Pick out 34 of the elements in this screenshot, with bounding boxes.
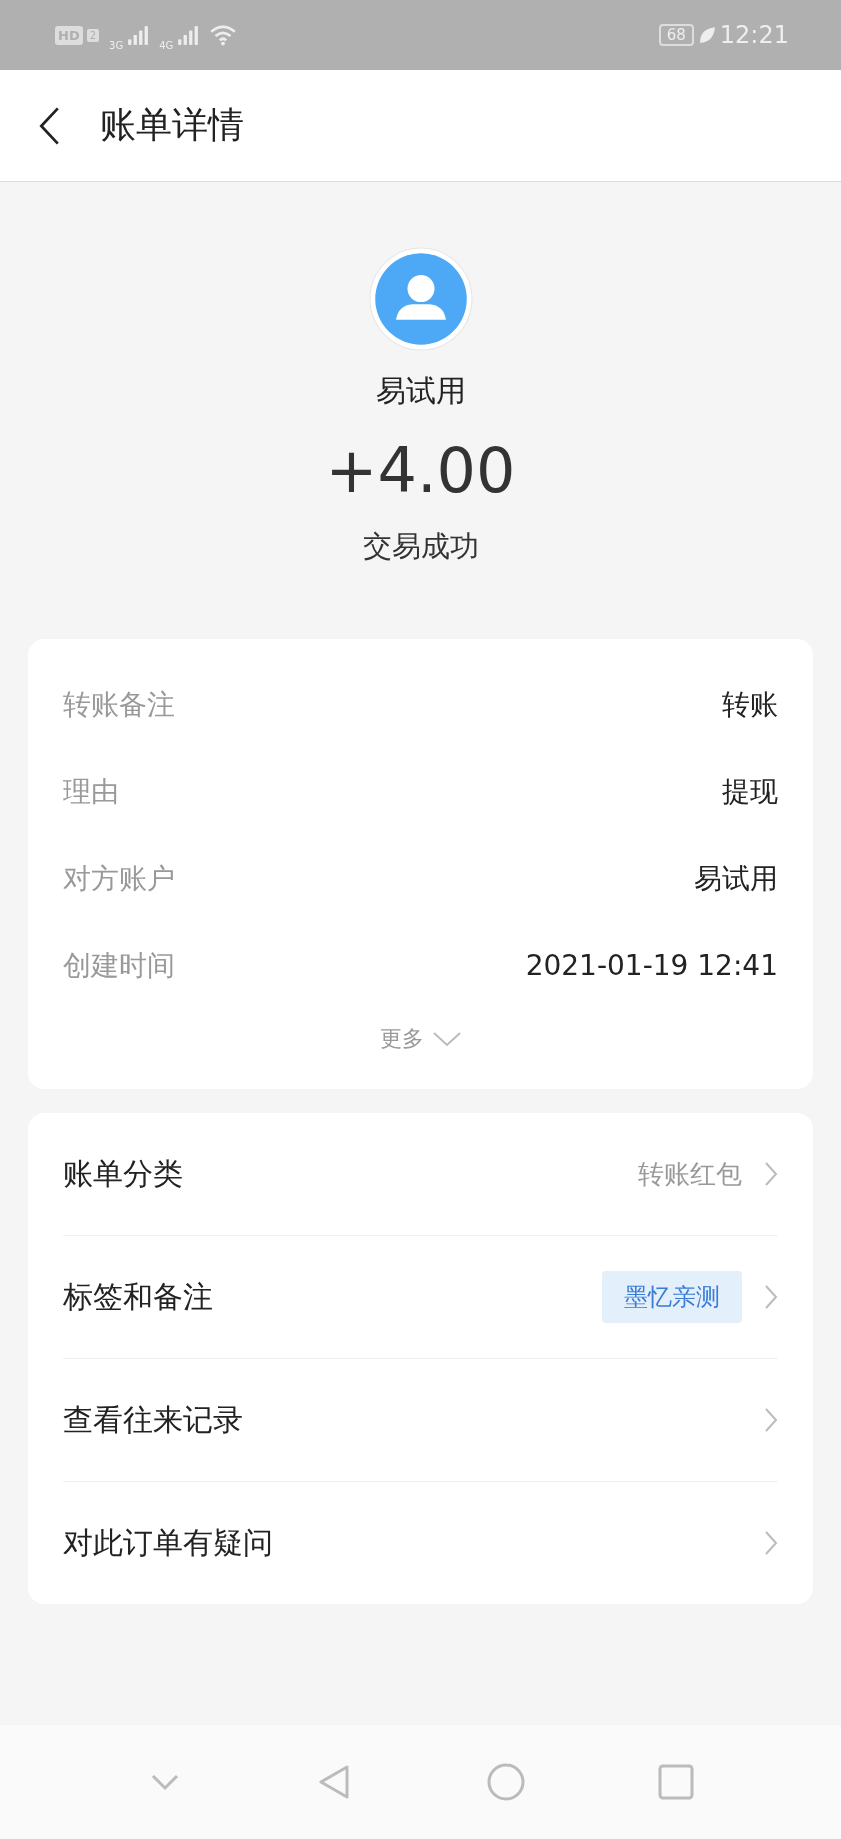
tag-chip[interactable]: 墨忆亲测: [602, 1271, 742, 1323]
avatar-icon: [368, 247, 473, 351]
amount-text: +4.00: [325, 434, 516, 507]
chevron-right-icon[interactable]: [764, 1530, 778, 1556]
detail-value: 2021-01-19 12:41: [525, 949, 778, 982]
detail-label: 理由: [63, 773, 119, 810]
detail-value: 转账: [722, 686, 778, 723]
battery-icon: 68: [658, 24, 694, 46]
chevron-right-icon[interactable]: [764, 1407, 778, 1433]
back-icon[interactable]: [38, 105, 60, 146]
payer-name: 易试用: [375, 372, 466, 410]
menu-item-label[interactable]: 标签和备注: [63, 1276, 213, 1318]
detail-value: 提现: [722, 773, 778, 810]
network-type: 3G: [109, 39, 124, 51]
signal-icon: [127, 25, 150, 45]
leaf-icon: [697, 26, 716, 44]
chevron-down-icon: [431, 1031, 462, 1047]
wifi-icon: [209, 24, 238, 46]
category-value: 转账红包: [638, 1157, 742, 1191]
page-title: 账单详情: [100, 103, 244, 147]
detail-label: 创建时间: [63, 947, 175, 984]
home-icon[interactable]: [485, 1762, 526, 1802]
chevron-right-icon[interactable]: [764, 1161, 778, 1187]
chevron-right-icon[interactable]: [764, 1284, 778, 1310]
transaction-status: 交易成功: [362, 528, 479, 565]
detail-label: 转账备注: [63, 686, 175, 723]
menu-item-label[interactable]: 账单分类: [63, 1153, 183, 1195]
detail-label: 对方账户: [63, 860, 175, 897]
detail-value: 易试用: [694, 860, 778, 897]
menu-item-label[interactable]: 查看往来记录: [63, 1399, 243, 1441]
network-type: 4G: [159, 39, 174, 51]
menu-item-label[interactable]: 对此订单有疑问: [63, 1522, 273, 1564]
signal-icon: [177, 25, 200, 45]
clock-time: 12:21: [719, 21, 789, 49]
